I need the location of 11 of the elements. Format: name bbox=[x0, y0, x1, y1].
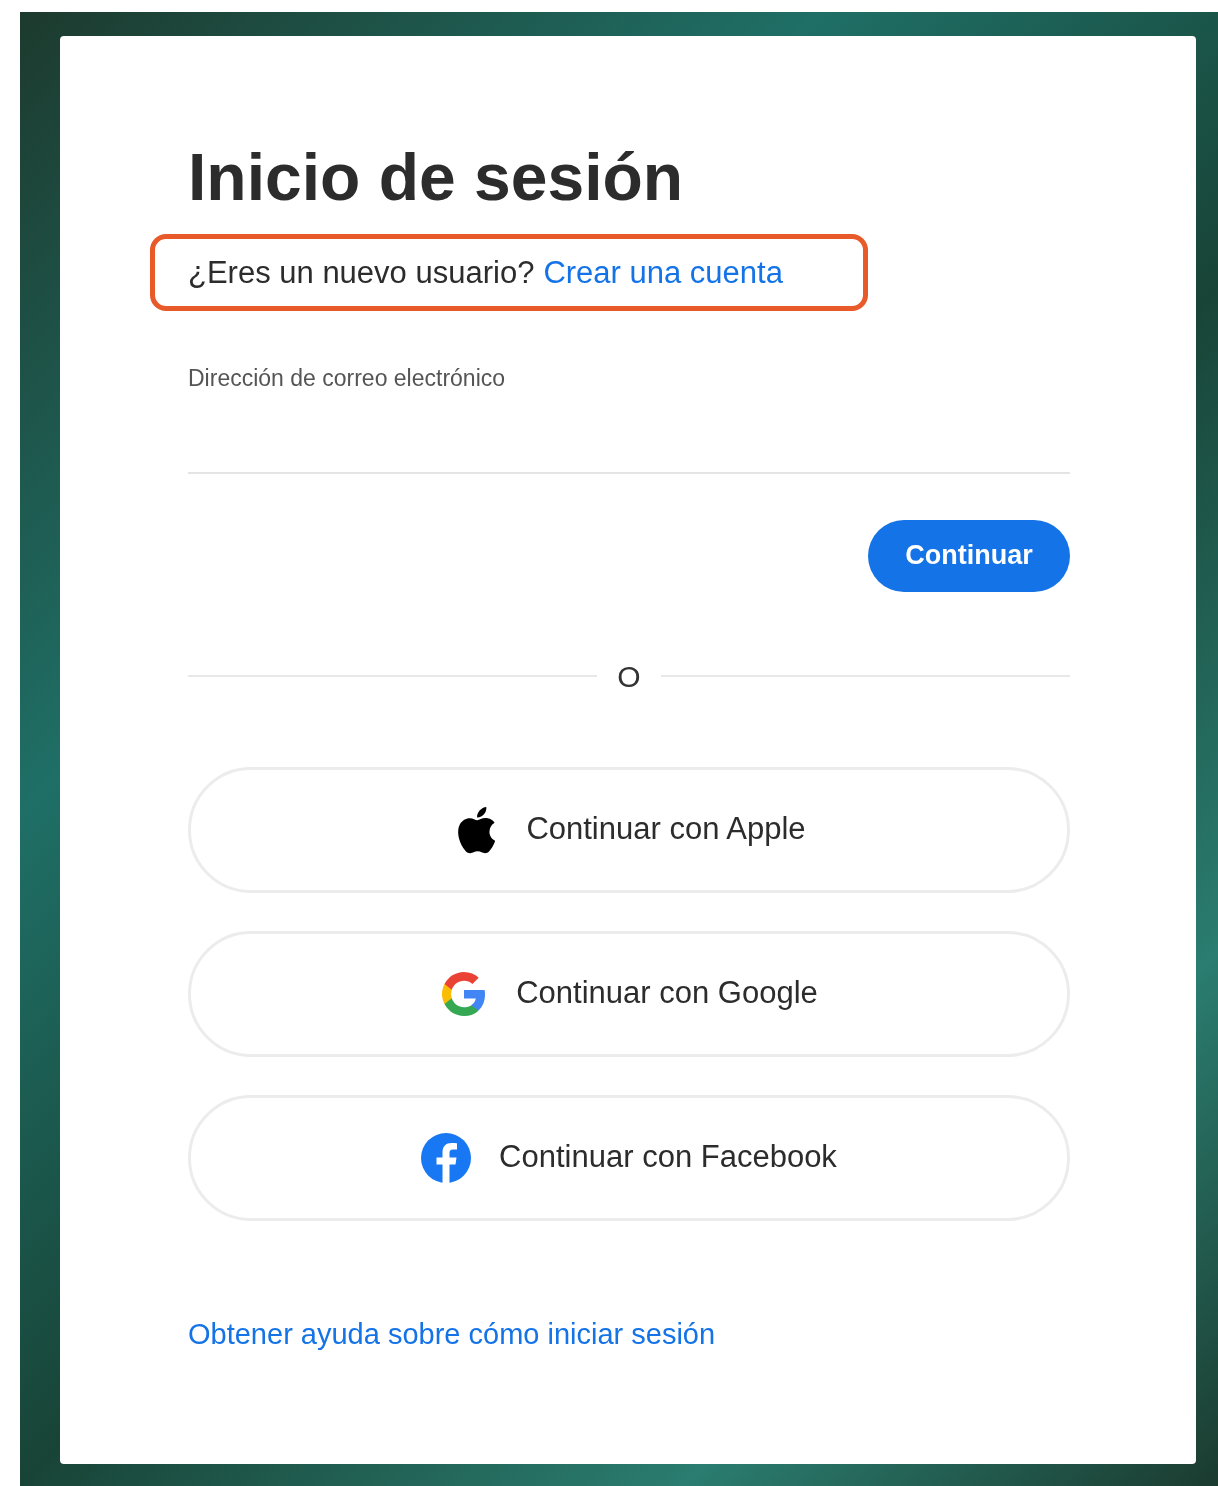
continue-button[interactable]: Continuar bbox=[868, 519, 1070, 592]
social-login-button[interactable]: Continuar con Google bbox=[188, 930, 1070, 1057]
social-login-button[interactable]: Continuar con Apple bbox=[188, 766, 1070, 893]
facebook-icon bbox=[421, 1132, 472, 1183]
help-link[interactable]: Obtener ayuda sobre cómo iniciar sesión bbox=[188, 1312, 716, 1356]
create-account-link[interactable]: Crear una cuenta bbox=[543, 257, 783, 288]
email-label: Dirección de correo electrónico bbox=[188, 364, 506, 393]
social-login-button[interactable]: Continuar con Facebook bbox=[188, 1094, 1070, 1221]
page-title: Inicio de sesión bbox=[188, 144, 684, 210]
new-user-prompt: ¿Eres un nuevo usuario? bbox=[188, 257, 535, 288]
divider-text: O bbox=[617, 658, 641, 695]
